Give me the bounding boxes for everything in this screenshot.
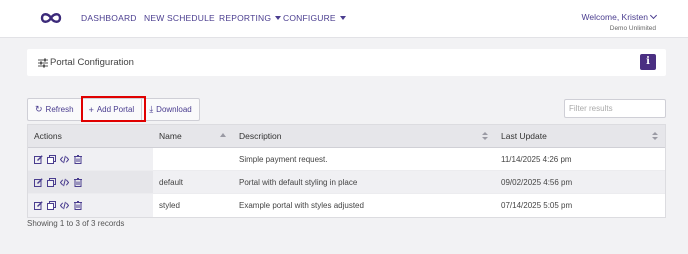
trash-icon[interactable]	[73, 201, 82, 210]
refresh-icon: ↻	[35, 104, 43, 114]
copy-icon[interactable]	[47, 154, 56, 164]
code-icon[interactable]	[60, 155, 69, 164]
table-row: styled Example portal with styles adjust…	[28, 194, 665, 217]
sort-icon	[482, 132, 488, 141]
cell-description: Example portal with styles adjusted	[239, 201, 364, 210]
chevron-down-icon	[649, 11, 658, 20]
sliders-icon	[38, 58, 48, 68]
download-button[interactable]: ⤓ Download	[142, 99, 199, 120]
highlight-box	[81, 96, 146, 122]
table-row: default Portal with default styling in p…	[28, 171, 665, 194]
org-name: Demo Unlimited	[609, 25, 656, 32]
cell-last-update: 11/14/2025 4:26 pm	[501, 154, 572, 164]
sort-icon	[652, 132, 658, 141]
user-menu[interactable]: Welcome, Kristen	[581, 11, 658, 22]
caret-down-icon	[339, 15, 346, 20]
refresh-button[interactable]: ↻ Refresh	[28, 99, 82, 120]
code-icon[interactable]	[60, 178, 69, 187]
edit-icon[interactable]	[34, 177, 43, 187]
nav-configure[interactable]: CONFIGURE	[283, 13, 346, 23]
column-header-name[interactable]: Name	[153, 125, 233, 147]
info-button[interactable]: i	[640, 54, 656, 70]
edit-icon[interactable]	[34, 154, 43, 164]
nav-reporting[interactable]: REPORTING	[219, 13, 282, 23]
column-header-last-update[interactable]: Last Update	[495, 125, 665, 147]
row-actions	[28, 171, 153, 193]
caret-down-icon	[275, 15, 282, 20]
sort-asc-icon	[220, 133, 226, 137]
welcome-text: Welcome, Kristen	[581, 12, 648, 22]
table-header: Actions Name Description Last Update	[28, 125, 665, 148]
edit-icon[interactable]	[34, 201, 43, 210]
copy-icon[interactable]	[47, 201, 56, 210]
nav-new-schedule[interactable]: NEW SCHEDULE	[144, 13, 215, 23]
filter-input[interactable]	[564, 99, 666, 118]
infinity-icon[interactable]	[40, 11, 62, 25]
download-icon: ⤓	[149, 104, 154, 114]
row-actions	[28, 148, 153, 170]
column-header-description[interactable]: Description	[233, 125, 495, 147]
top-navbar: DASHBOARD NEW SCHEDULE REPORTING CONFIGU…	[0, 0, 688, 38]
cell-name: default	[159, 177, 184, 187]
code-icon[interactable]	[60, 201, 69, 210]
cell-description: Portal with default styling in place	[239, 177, 358, 187]
table-row: Simple payment request. 11/14/2025 4:26 …	[28, 148, 665, 171]
column-header-actions: Actions	[34, 131, 62, 141]
cell-last-update: 09/02/2025 4:56 pm	[501, 177, 573, 187]
cell-name	[153, 148, 233, 170]
portal-table: Actions Name Description Last Update Sim…	[27, 124, 666, 218]
copy-icon[interactable]	[47, 177, 56, 187]
trash-icon[interactable]	[73, 177, 82, 187]
nav-dashboard[interactable]: DASHBOARD	[81, 13, 137, 23]
trash-icon[interactable]	[73, 154, 82, 164]
records-summary: Showing 1 to 3 of 3 records	[27, 219, 125, 228]
cell-last-update: 07/14/2025 5:05 pm	[501, 201, 573, 210]
cell-description: Simple payment request.	[239, 154, 328, 164]
page-title: Portal Configuration	[50, 57, 134, 68]
cell-name: styled	[159, 201, 180, 210]
row-actions	[28, 194, 153, 217]
page-header: Portal Configuration	[27, 49, 666, 76]
